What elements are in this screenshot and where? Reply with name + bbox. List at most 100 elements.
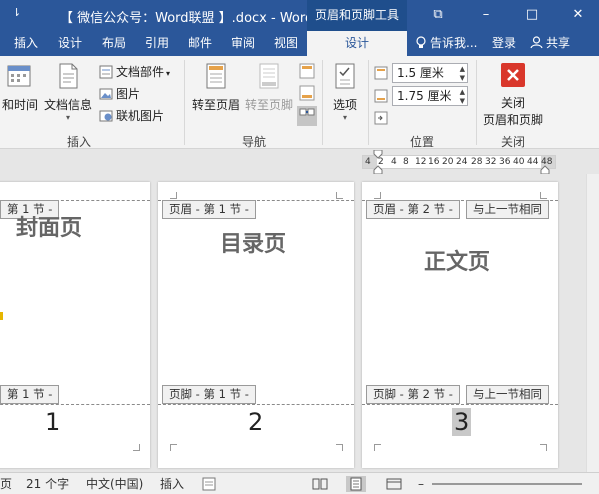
- spin-down-icon[interactable]: ▼: [460, 97, 465, 105]
- insert-group-label: 插入: [66, 135, 91, 149]
- options-button[interactable]: 选项 ▾: [326, 62, 364, 122]
- page-corner-mark: [336, 444, 343, 451]
- zoom-slider[interactable]: [432, 483, 582, 485]
- minimize-button[interactable]: –: [466, 0, 506, 31]
- share-label: 共享: [546, 36, 571, 50]
- spin-down-icon[interactable]: ▼: [460, 74, 465, 82]
- goto-header-button[interactable]: 转至页眉: [190, 62, 242, 113]
- ruler-tick: 40: [513, 157, 525, 167]
- tab-insert[interactable]: 插入: [6, 31, 46, 56]
- date-time-button[interactable]: 和时间: [0, 62, 40, 113]
- spin-up-icon[interactable]: ▲: [460, 88, 465, 96]
- page-2[interactable]: 页眉 - 第 1 节 - 目录页 页脚 - 第 1 节 - 2: [158, 182, 354, 468]
- previous-section-icon[interactable]: [298, 62, 316, 80]
- ruler-tick: 28: [471, 157, 483, 167]
- tell-me-label: 告诉我...: [430, 36, 478, 50]
- position-group-label: 位置: [409, 135, 434, 149]
- sign-in-link[interactable]: 登录: [492, 31, 516, 56]
- print-layout-button[interactable]: [346, 476, 366, 492]
- next-section-icon[interactable]: [298, 84, 316, 102]
- document-info-label: 文档信息: [43, 98, 92, 112]
- picture-button[interactable]: 图片: [99, 84, 140, 104]
- header-distance-spinner[interactable]: 1.5 厘米 ▲ ▼: [392, 63, 468, 83]
- online-picture-button[interactable]: 联机图片: [99, 106, 164, 126]
- tab-references[interactable]: 引用: [137, 31, 177, 56]
- date-time-label: 和时间: [1, 98, 38, 112]
- web-layout-button[interactable]: [384, 476, 404, 492]
- vertical-scrollbar[interactable]: [586, 174, 599, 472]
- tab-review[interactable]: 审阅: [223, 31, 263, 56]
- footer-distance-spinner[interactable]: 1.75 厘米 ▲ ▼: [392, 86, 468, 106]
- document-canvas[interactable]: 第 1 节 - 封面页 第 1 节 - 1 页眉 - 第 1 节 - 目录页 页…: [0, 174, 599, 472]
- close-red-icon: [501, 63, 525, 87]
- footer-boundary: [362, 404, 558, 405]
- footer-distance-icon: [374, 89, 388, 103]
- macro-record-icon[interactable]: [202, 477, 216, 491]
- footer-distance-value: 1.75 厘米: [397, 89, 452, 103]
- link-to-previous-icon[interactable]: [297, 106, 317, 126]
- page-corner-mark: [540, 444, 547, 451]
- options-icon: [335, 63, 355, 89]
- footer-boundary: [158, 404, 354, 405]
- share-button[interactable]: 共享: [530, 34, 584, 54]
- maximize-button[interactable]: □: [512, 0, 552, 31]
- right-indent-marker[interactable]: [540, 160, 550, 174]
- page-number-selected[interactable]: 3: [452, 408, 472, 436]
- person-icon: [530, 36, 543, 49]
- ruler-strip[interactable]: 4 2 4 8 12 16 20 24 28 32 36 40 44 48: [362, 155, 556, 169]
- footer-section-tag: 第 1 节 -: [0, 385, 60, 404]
- ruler-tick: 24: [456, 157, 468, 167]
- calendar-icon: [7, 65, 31, 87]
- tab-view[interactable]: 视图: [266, 31, 306, 56]
- tab-layout[interactable]: 布局: [94, 31, 134, 56]
- document-parts-icon: [99, 65, 113, 79]
- text-cursor-marker: [0, 312, 3, 320]
- tell-me-search[interactable]: 告诉我...: [415, 31, 477, 56]
- ruler-tick: 44: [527, 157, 539, 167]
- context-tab-header-footer-tools: 页眉和页脚工具: [307, 0, 407, 31]
- header-distance-value: 1.5 厘米: [397, 66, 444, 80]
- page-3[interactable]: 页眉 - 第 2 节 - 与上一节相同 正文页 页脚 - 第 2 节 - 与上一…: [362, 182, 558, 468]
- chevron-down-icon: ▾: [65, 113, 70, 122]
- page-1[interactable]: 第 1 节 - 封面页 第 1 节 - 1: [0, 182, 150, 468]
- header-section-tag: 页眉 - 第 1 节 -: [162, 200, 256, 219]
- group-divider: [184, 60, 185, 145]
- tab-design[interactable]: 设计: [50, 31, 90, 56]
- print-layout-icon: [350, 477, 362, 491]
- first-line-indent-marker[interactable]: [373, 150, 383, 174]
- group-divider: [322, 60, 323, 145]
- status-bar: 页 21 个字 中文(中国) 插入 –: [0, 472, 599, 494]
- zoom-out-button[interactable]: –: [418, 473, 424, 494]
- page-corner-mark: [170, 192, 177, 199]
- group-divider: [368, 60, 369, 145]
- document-parts-label: 文档部件: [116, 65, 165, 79]
- goto-footer-button[interactable]: 转至页脚: [243, 62, 295, 113]
- read-mode-button[interactable]: [310, 476, 330, 492]
- close-header-footer-button[interactable]: 关闭 页眉和页脚: [480, 62, 546, 128]
- ruler-tick: 20: [442, 157, 454, 167]
- tab-header-footer-design[interactable]: 设计: [307, 31, 407, 56]
- document-info-button[interactable]: 文档信息 ▾: [42, 62, 94, 122]
- spin-up-icon[interactable]: ▲: [460, 65, 465, 73]
- word-count[interactable]: 21 个字: [26, 473, 69, 494]
- header-section-tag: 页眉 - 第 2 节 -: [366, 200, 460, 219]
- close-window-button[interactable]: ✕: [558, 0, 598, 31]
- header-distance-icon: [374, 66, 388, 80]
- goto-header-label: 转至页眉: [191, 98, 240, 112]
- ruler-tick: 4: [391, 157, 397, 167]
- tab-mailings[interactable]: 邮件: [180, 31, 220, 56]
- document-parts-button[interactable]: 文档部件 ▾: [99, 62, 170, 82]
- footer-link-to-previous-tag: 与上一节相同: [466, 385, 549, 404]
- insert-alignment-tab-icon[interactable]: [373, 110, 389, 126]
- horizontal-ruler[interactable]: 4 2 4 8 12 16 20 24 28 32 36 40 44 48: [0, 150, 599, 174]
- ribbon-tab-bar: 插入 设计 布局 引用 邮件 审阅 视图 设计 告诉我... 登录 共享: [0, 31, 599, 56]
- language-indicator[interactable]: 中文(中国): [86, 473, 143, 494]
- quick-access-customize-icon[interactable]: ⇂: [12, 6, 21, 19]
- document-info-icon: [59, 63, 78, 89]
- online-picture-label: 联机图片: [116, 109, 165, 123]
- ribbon-display-options-icon[interactable]: ⧉: [418, 0, 458, 31]
- ruler-tick: 36: [499, 157, 511, 167]
- page-corner-mark: [374, 444, 381, 451]
- page-indicator[interactable]: 页: [0, 473, 12, 494]
- insert-mode-indicator[interactable]: 插入: [160, 473, 184, 494]
